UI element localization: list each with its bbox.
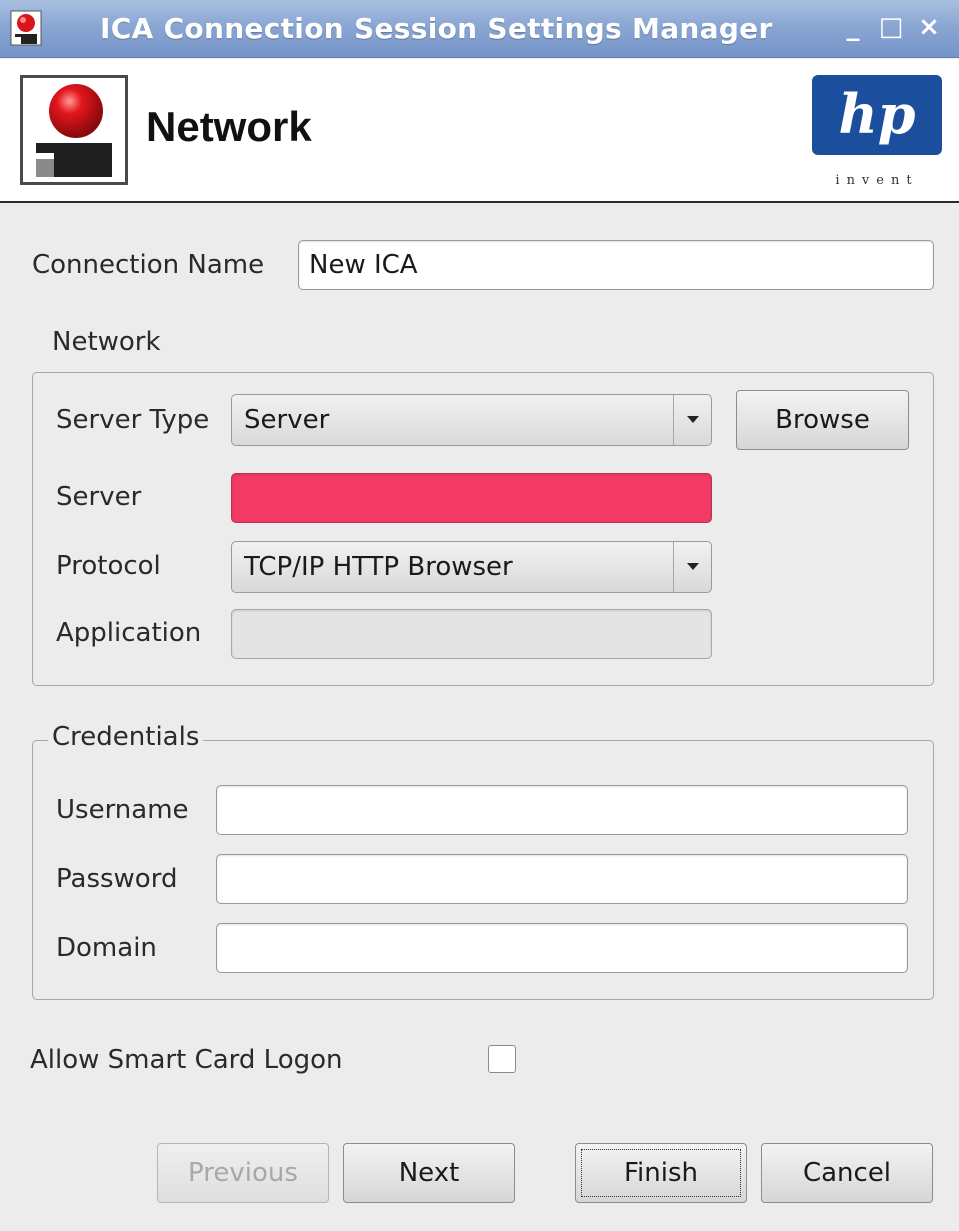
password-input[interactable]: [216, 854, 908, 904]
finish-button[interactable]: Finish: [575, 1143, 747, 1203]
server-input[interactable]: [231, 473, 712, 523]
password-label: Password: [56, 864, 178, 894]
app-icon: [10, 10, 42, 46]
username-input[interactable]: [216, 785, 908, 835]
svg-text:hp: hp: [838, 82, 915, 146]
hp-tagline: invent: [835, 173, 919, 188]
protocol-value: TCP/IP HTTP Browser: [244, 552, 513, 582]
page-header: Network hp invent: [0, 59, 959, 203]
title-bar[interactable]: ICA Connection Session Settings Manager …: [0, 0, 959, 58]
server-type-value: Server: [244, 405, 330, 435]
previous-button: Previous: [157, 1143, 329, 1203]
credentials-group-title: Credentials: [48, 722, 204, 752]
connection-icon: [20, 75, 128, 185]
close-button[interactable]: ×: [914, 12, 944, 44]
server-label: Server: [56, 482, 142, 512]
browse-button[interactable]: Browse: [736, 390, 909, 450]
smart-card-checkbox[interactable]: [488, 1045, 516, 1073]
window-title: ICA Connection Session Settings Manager: [100, 12, 773, 45]
minimize-button[interactable]: _: [838, 12, 868, 44]
hp-logo: hp: [812, 75, 942, 155]
page-title: Network: [146, 103, 312, 150]
connection-name-input[interactable]: [298, 240, 934, 290]
focus-ring: [581, 1149, 741, 1197]
application-label: Application: [56, 618, 202, 648]
next-button[interactable]: Next: [343, 1143, 515, 1203]
chevron-down-icon[interactable]: [673, 395, 711, 445]
cancel-button[interactable]: Cancel: [761, 1143, 933, 1203]
domain-label: Domain: [56, 933, 157, 963]
application-input: [231, 609, 712, 659]
connection-name-label: Connection Name: [32, 250, 265, 280]
username-label: Username: [56, 795, 189, 825]
server-type-label: Server Type: [56, 405, 210, 435]
smart-card-label: Allow Smart Card Logon: [30, 1045, 343, 1075]
domain-input[interactable]: [216, 923, 908, 973]
chevron-down-icon[interactable]: [673, 542, 711, 592]
server-type-select[interactable]: Server: [231, 394, 712, 446]
network-group-title: Network: [48, 327, 165, 357]
maximize-button[interactable]: □: [876, 12, 906, 44]
protocol-select[interactable]: TCP/IP HTTP Browser: [231, 541, 712, 593]
protocol-label: Protocol: [56, 551, 161, 581]
